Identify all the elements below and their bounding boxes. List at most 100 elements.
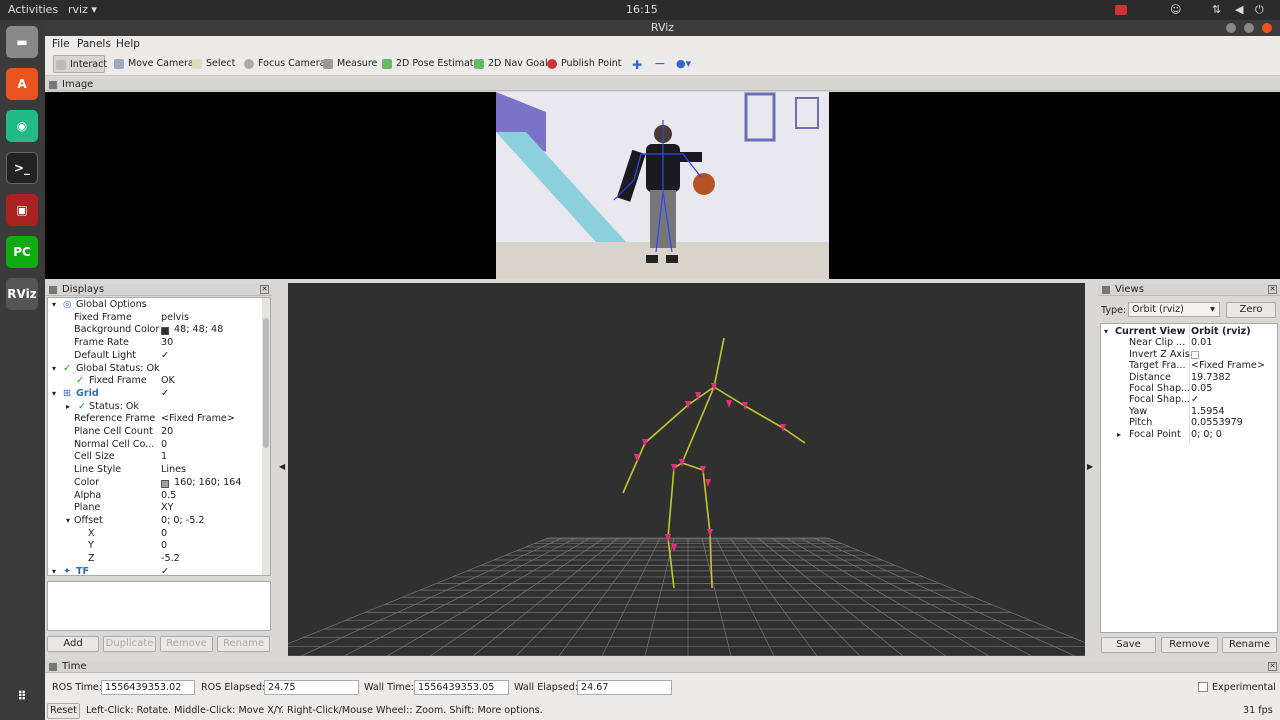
add-tool-icon[interactable]: ✚ xyxy=(632,58,642,72)
clock[interactable]: 16:15 xyxy=(626,3,658,16)
show-apps-icon[interactable]: ⠿ xyxy=(6,680,38,712)
expand-arrow-icon[interactable]: ▾ xyxy=(52,363,56,376)
display-row[interactable]: Fixed Frame OK ✓ xyxy=(48,375,263,388)
invert-z-checkbox[interactable] xyxy=(1191,350,1199,359)
remove-view-button[interactable]: Remove xyxy=(1161,637,1218,653)
display-row[interactable]: TF ✓ ▾ ✦ xyxy=(48,566,263,575)
remove-tool-icon[interactable]: − xyxy=(654,56,666,72)
pycharm-icon[interactable]: PC xyxy=(6,236,38,268)
view-row[interactable]: Invert Z Axis xyxy=(1101,349,1277,360)
display-row[interactable]: Offset 0; 0; -5.2 ▾ xyxy=(48,515,263,528)
display-row[interactable]: Alpha 0.5 xyxy=(48,490,263,503)
image-view[interactable] xyxy=(45,92,1280,279)
terminal-icon[interactable]: >_ xyxy=(6,152,38,184)
view-row[interactable]: Pitch 0.0553979 xyxy=(1101,417,1277,428)
display-row[interactable]: Default Light ✓ xyxy=(48,350,263,363)
remove-display-button[interactable]: Remove xyxy=(160,636,213,652)
display-row[interactable]: Plane XY xyxy=(48,502,263,515)
close-icon[interactable] xyxy=(1262,23,1272,33)
move-camera-tool[interactable]: Move Camera xyxy=(112,55,194,73)
display-row[interactable]: Cell Size 1 xyxy=(48,451,263,464)
expand-arrow-icon[interactable]: ▾ xyxy=(52,566,56,575)
chrome-icon[interactable]: ◉ xyxy=(6,110,38,142)
activities-button[interactable]: Activities xyxy=(8,3,58,16)
render-3d-view[interactable] xyxy=(257,283,1119,657)
focus-camera-tool[interactable]: Focus Camera xyxy=(242,55,325,73)
view-row[interactable]: Focal Shap... ✓ xyxy=(1101,394,1277,405)
ros-elapsed-field[interactable]: 24.75 xyxy=(264,680,359,695)
display-row[interactable]: Grid ✓ ▾ ⊞ xyxy=(48,388,263,401)
measure-tool[interactable]: Measure xyxy=(321,55,377,73)
collapse-left-icon[interactable]: ◀ xyxy=(279,462,285,471)
displays-tree[interactable]: Global Options ▾ ◎ Fixed Frame pelvis Backgro… xyxy=(47,297,271,576)
expand-arrow-icon[interactable]: ▸ xyxy=(66,401,70,414)
record-icon[interactable] xyxy=(1115,5,1127,15)
pose-estimate-tool[interactable]: 2D Pose Estimate xyxy=(380,55,479,73)
rviz-icon[interactable]: RViz xyxy=(6,278,38,310)
display-row[interactable]: Color 160; 160; 164 xyxy=(48,477,263,490)
view-row[interactable]: Current View Orbit (rviz) ▾ xyxy=(1101,326,1277,337)
scrollbar[interactable] xyxy=(262,298,270,575)
display-row[interactable]: Plane Cell Count 20 xyxy=(48,426,263,439)
view-row[interactable]: Focal Shap... 0.05 xyxy=(1101,383,1277,394)
display-row[interactable]: Background Color 48; 48; 48 xyxy=(48,324,263,337)
color-swatch[interactable] xyxy=(161,479,169,488)
close-icon[interactable]: ✕ xyxy=(260,285,269,294)
tool-properties-icon[interactable]: ●▾ xyxy=(676,57,691,70)
close-icon[interactable]: ✕ xyxy=(1268,662,1277,671)
view-row[interactable]: Focal Point 0; 0; 0 ▸ xyxy=(1101,429,1277,440)
display-row[interactable]: Line Style Lines xyxy=(48,464,263,477)
view-row[interactable]: Target Fra... <Fixed Frame> xyxy=(1101,360,1277,371)
files-icon[interactable]: ▬ xyxy=(6,26,38,58)
display-row[interactable]: Reference Frame <Fixed Frame> xyxy=(48,413,263,426)
menu-panels[interactable]: Panels xyxy=(77,38,111,50)
display-row[interactable]: Global Status: Ok ▾ ✓ xyxy=(48,363,263,376)
software-center-icon[interactable]: A xyxy=(6,68,38,100)
close-icon[interactable]: ✕ xyxy=(1268,285,1277,294)
menu-file[interactable]: File xyxy=(52,38,70,50)
interact-tool[interactable]: Interact xyxy=(53,55,107,73)
expand-arrow-icon[interactable]: ▾ xyxy=(1104,326,1108,337)
display-row[interactable]: Z -5.2 xyxy=(48,553,263,566)
experimental-checkbox[interactable] xyxy=(1198,682,1208,692)
display-row[interactable]: Normal Cell Co... 0 xyxy=(48,439,263,452)
color-swatch[interactable] xyxy=(161,327,169,336)
maximize-icon[interactable] xyxy=(1244,23,1254,33)
volume-icon[interactable]: ◀ xyxy=(1235,3,1243,16)
nav-goal-tool[interactable]: 2D Nav Goal xyxy=(472,55,548,73)
wall-elapsed-field[interactable]: 24.67 xyxy=(577,680,672,695)
display-row[interactable]: Fixed Frame pelvis xyxy=(48,312,263,325)
display-row[interactable]: Global Options ▾ ◎ xyxy=(48,299,263,312)
menu-help[interactable]: Help xyxy=(116,38,140,50)
expand-arrow-icon[interactable]: ▾ xyxy=(52,388,56,401)
view-row[interactable]: Yaw 1.5954 xyxy=(1101,406,1277,417)
expand-arrow-icon[interactable]: ▾ xyxy=(66,515,70,528)
display-row[interactable]: X0 xyxy=(48,528,263,541)
rename-view-button[interactable]: Rename xyxy=(1222,637,1277,653)
save-view-button[interactable]: Save xyxy=(1101,637,1156,653)
view-row[interactable]: Near Clip ... 0.01 xyxy=(1101,337,1277,348)
zero-button[interactable]: Zero xyxy=(1226,302,1276,318)
display-row[interactable]: Y0 xyxy=(48,540,263,553)
expand-arrow-icon[interactable]: ▸ xyxy=(1117,429,1121,440)
display-row[interactable]: Frame Rate 30 xyxy=(48,337,263,350)
publish-point-tool[interactable]: Publish Point xyxy=(545,55,621,73)
reset-button[interactable]: Reset xyxy=(47,703,80,719)
app-icon[interactable]: ▣ xyxy=(6,194,38,226)
app-menu[interactable]: rviz ▾ xyxy=(68,3,97,16)
select-tool[interactable]: Select xyxy=(190,55,235,73)
ros-time-field[interactable]: 1556439353.02 xyxy=(101,680,195,695)
expand-arrow-icon[interactable]: ▾ xyxy=(52,299,56,312)
network-icon[interactable]: ⇅ xyxy=(1212,3,1221,16)
views-tree[interactable]: Current View Orbit (rviz) ▾ Near Clip ... 0.… xyxy=(1100,323,1278,633)
duplicate-display-button[interactable]: Duplicate xyxy=(103,636,156,652)
minimize-icon[interactable] xyxy=(1226,23,1236,33)
view-type-select[interactable]: Orbit (rviz) ▾ xyxy=(1128,302,1220,317)
power-icon[interactable]: ⏻ xyxy=(1255,3,1264,17)
view-row[interactable]: Distance 19.7382 xyxy=(1101,372,1277,383)
add-display-button[interactable]: Add xyxy=(47,636,99,652)
wall-time-field[interactable]: 1556439353.05 xyxy=(414,680,509,695)
accessibility-icon[interactable]: ☺ xyxy=(1170,3,1181,16)
rename-display-button[interactable]: Rename xyxy=(217,636,270,652)
collapse-right-icon[interactable]: ▶ xyxy=(1087,462,1093,471)
